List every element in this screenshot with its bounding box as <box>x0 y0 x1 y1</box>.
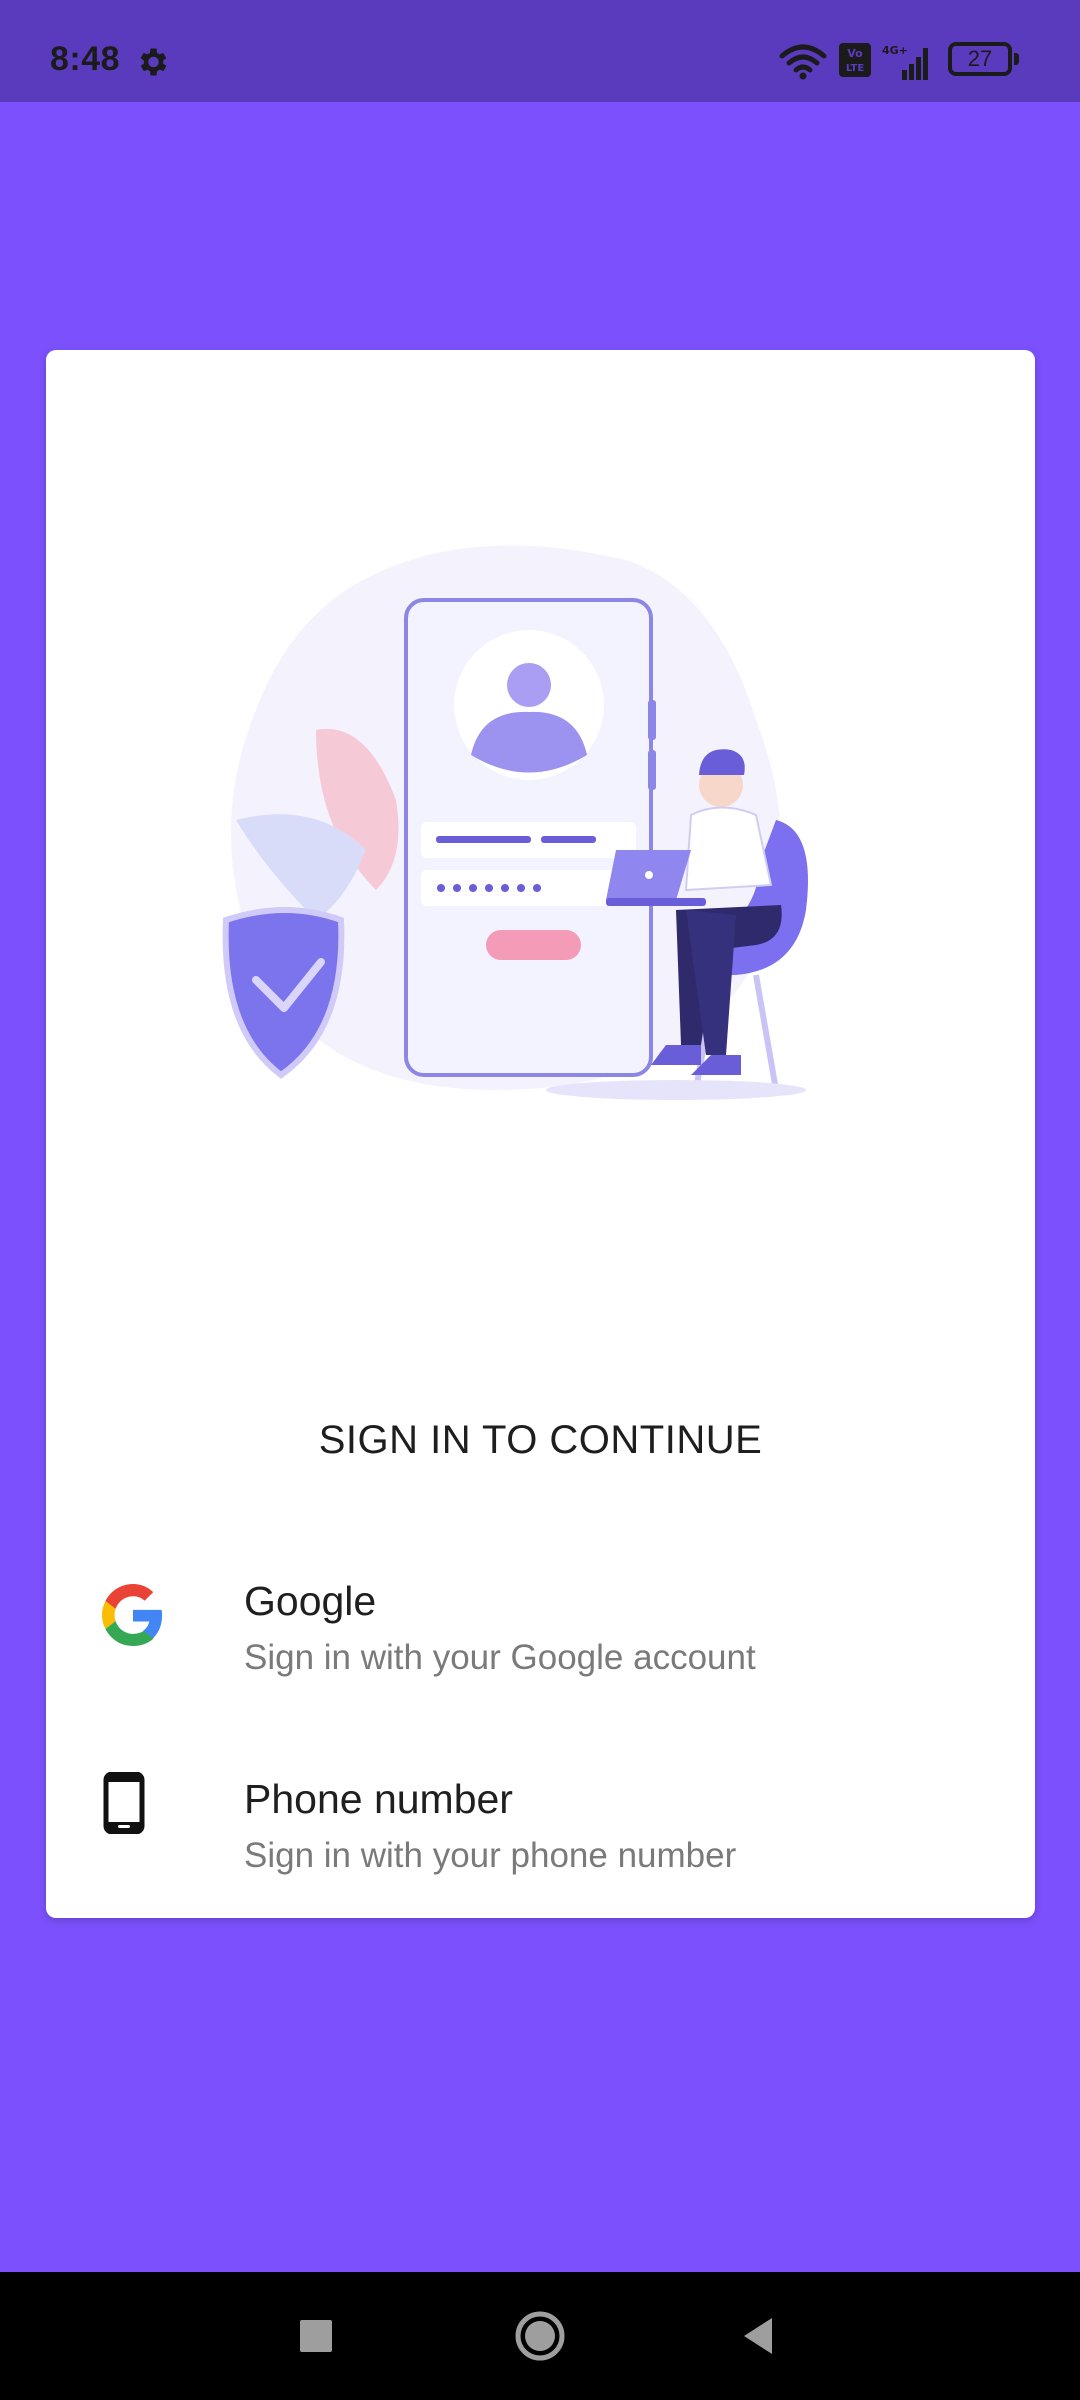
volte-icon: Vo LTE <box>839 43 871 77</box>
navigation-bar <box>0 2272 1080 2400</box>
status-icons: Vo LTE 4G+ 27 <box>778 42 1038 82</box>
sign-in-title: SIGN IN TO CONTINUE <box>318 1418 763 1462</box>
phone-icon <box>103 1772 145 1834</box>
svg-text:LTE: LTE <box>846 63 865 74</box>
network-type-label: 4G+ <box>882 44 908 57</box>
recents-square-icon[interactable] <box>288 2308 344 2364</box>
status-time: 8:48 <box>50 40 121 78</box>
battery-tip <box>1014 53 1019 65</box>
svg-text:Vo: Vo <box>847 47 863 60</box>
sign-in-illustration <box>222 545 808 1100</box>
battery-icon: 27 <box>948 42 1012 76</box>
phone-sign-in-button[interactable]: Phone number Sign in with your phone num… <box>46 1748 1035 1928</box>
google-sign-in-button[interactable]: Google Sign in with your Google account <box>46 1550 1035 1730</box>
home-circle-icon[interactable] <box>512 2308 568 2364</box>
phone-provider-subtitle: Sign in with your phone number <box>244 1836 737 1875</box>
google-icon <box>102 1584 163 1646</box>
status-bar: 8:48 Vo LTE 4G+ 27 <box>0 0 1080 102</box>
sign-in-card: SIGN IN TO CONTINUE Google Sign in with … <box>46 350 1035 1918</box>
back-triangle-icon[interactable] <box>732 2308 788 2364</box>
battery-level: 27 <box>967 46 993 71</box>
google-provider-name: Google <box>244 1578 377 1624</box>
wifi-icon <box>779 44 827 80</box>
signal-icon: 4G+ <box>882 44 928 80</box>
gear-icon <box>140 48 167 76</box>
google-provider-subtitle: Sign in with your Google account <box>244 1638 756 1677</box>
phone-provider-name: Phone number <box>244 1776 513 1822</box>
